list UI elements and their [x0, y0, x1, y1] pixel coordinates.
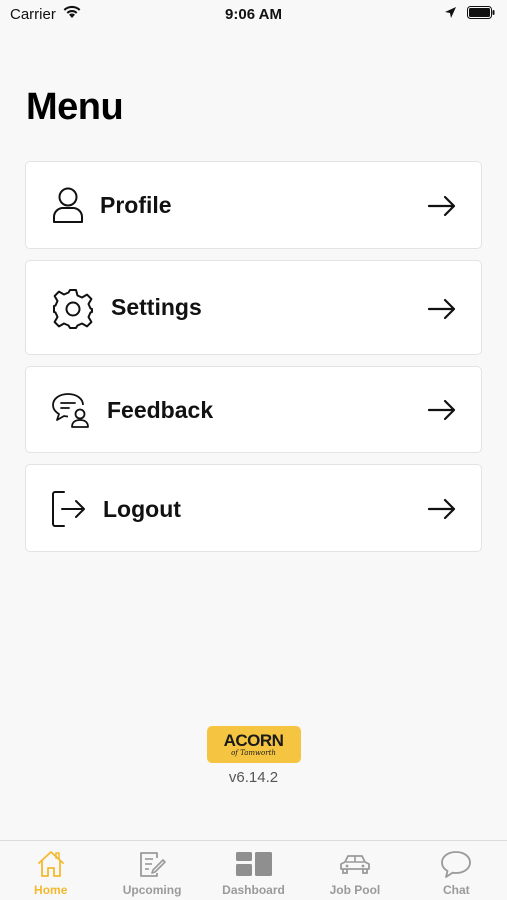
- tab-home[interactable]: Home: [0, 841, 101, 900]
- menu-item-label: Settings: [111, 294, 202, 320]
- car-icon: [340, 855, 370, 874]
- arrow-right-icon: [427, 498, 457, 520]
- status-left: Carrier: [10, 5, 82, 23]
- logo-subtext: of Tamworth: [231, 749, 276, 757]
- menu-item-settings[interactable]: Settings: [25, 260, 482, 355]
- gear-icon: [51, 287, 95, 331]
- logo-text: ACORN: [223, 731, 284, 750]
- app-version: v6.14.2: [228, 769, 279, 786]
- tab-label: Home: [34, 883, 68, 897]
- menu-screen: Carrier 9:06 AM Menu Profile Settings Fe…: [0, 0, 507, 900]
- page-title: Menu: [26, 86, 124, 128]
- chat-icon: [441, 851, 472, 878]
- tab-upcoming[interactable]: Upcoming: [101, 841, 202, 900]
- tab-label: Job Pool: [329, 883, 381, 897]
- status-bar: Carrier 9:06 AM: [0, 0, 507, 28]
- logout-icon: [51, 490, 87, 528]
- acorn-logo: ACORN of Tamworth: [206, 726, 301, 763]
- person-icon: [52, 186, 84, 224]
- menu-item-label: Profile: [100, 192, 172, 218]
- wifi-icon: [62, 5, 82, 23]
- menu-item-label: Feedback: [107, 397, 214, 423]
- tab-bar: Home Upcoming Dashboard Job Pool Chat: [0, 840, 507, 900]
- tab-chat[interactable]: Chat: [406, 841, 507, 900]
- battery-icon: [467, 5, 495, 23]
- tab-job-pool[interactable]: Job Pool: [304, 841, 405, 900]
- tab-label: Dashboard: [222, 883, 285, 897]
- menu-item-label: Logout: [103, 496, 181, 522]
- tab-label: Chat: [442, 883, 470, 897]
- tab-label: Upcoming: [122, 883, 182, 897]
- home-icon: [37, 851, 64, 877]
- menu-item-feedback[interactable]: Feedback: [25, 366, 482, 453]
- location-arrow-icon: [444, 6, 457, 23]
- arrow-right-icon: [427, 399, 457, 421]
- carrier-label: Carrier: [10, 5, 56, 23]
- arrow-right-icon: [427, 195, 457, 217]
- menu-item-profile[interactable]: Profile: [25, 161, 482, 249]
- arrow-right-icon: [427, 298, 457, 320]
- menu-item-logout[interactable]: Logout: [25, 464, 482, 552]
- status-right: [444, 5, 495, 23]
- tab-dashboard[interactable]: Dashboard: [203, 841, 304, 900]
- feedback-icon: [51, 391, 91, 429]
- clipboard-icon: [140, 852, 166, 877]
- brand-block: ACORN of Tamworth v6.14.2: [0, 726, 507, 786]
- dashboard-icon: [235, 852, 272, 876]
